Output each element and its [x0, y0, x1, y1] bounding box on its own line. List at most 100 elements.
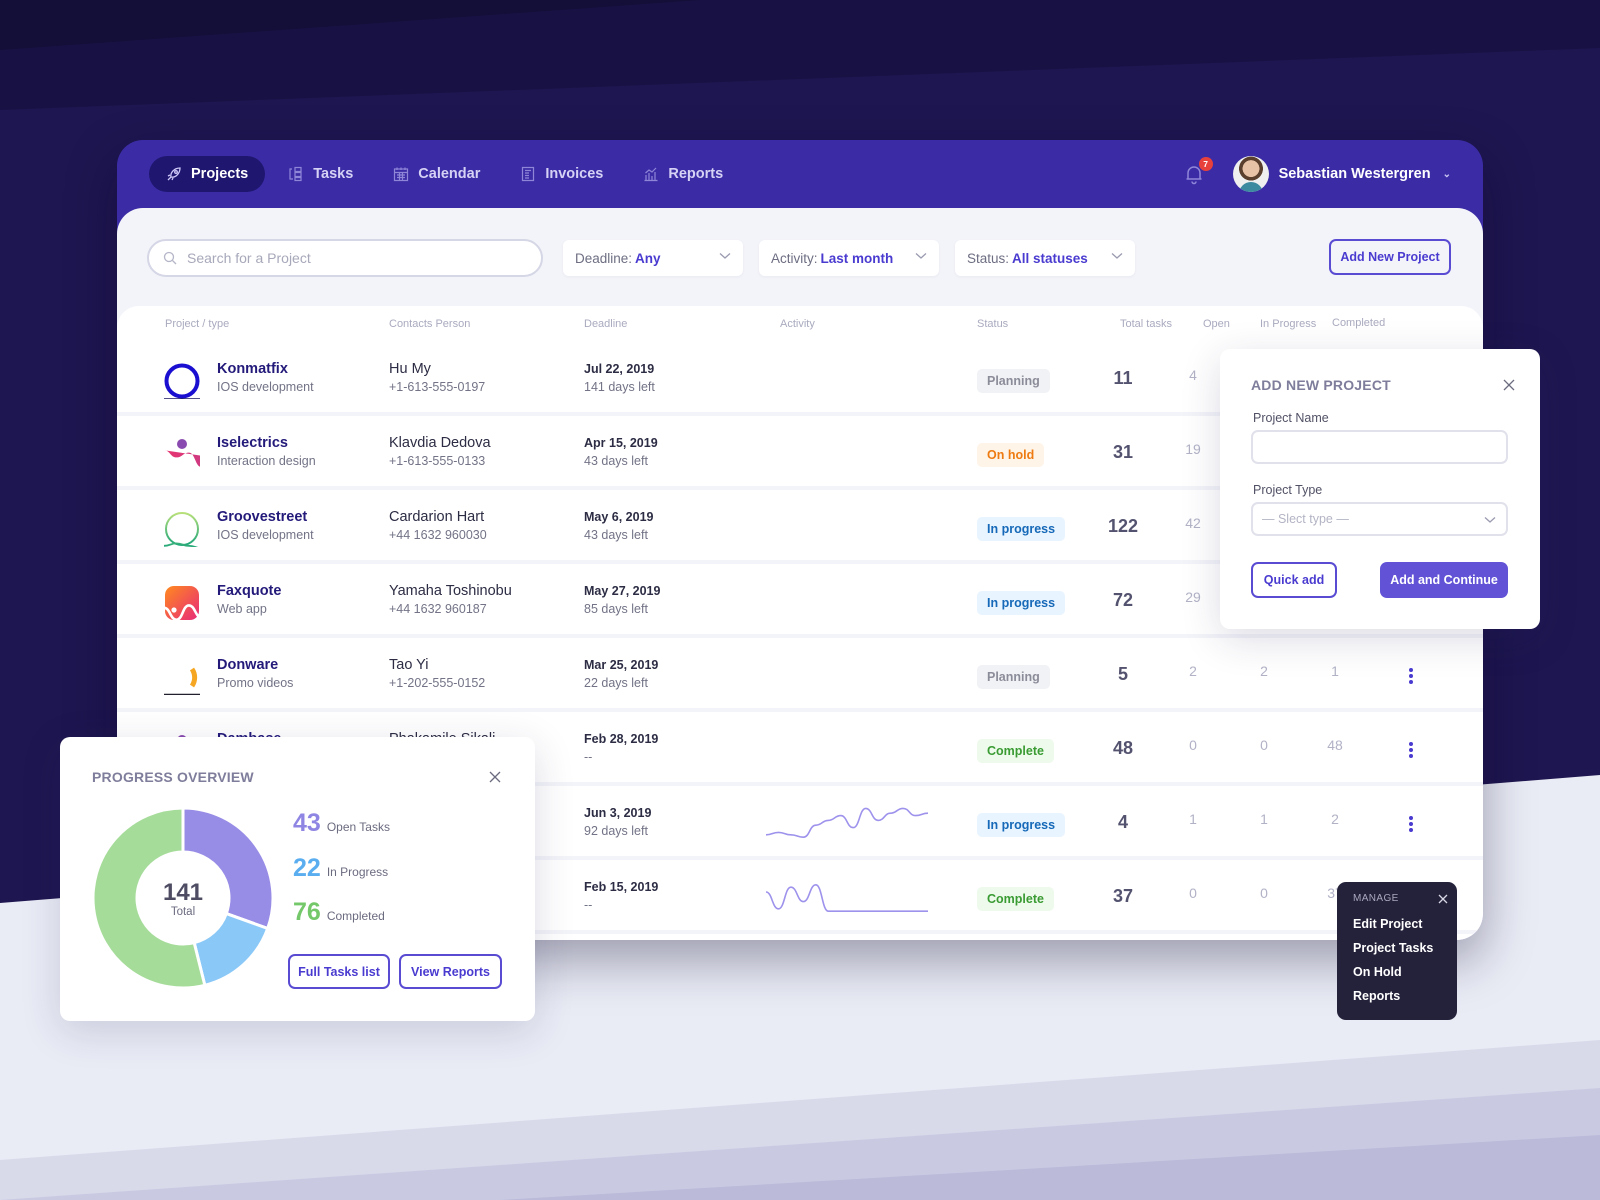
- nav-tasks[interactable]: Tasks: [271, 156, 370, 192]
- nav-label: Calendar: [418, 166, 481, 182]
- status-badge: Planning: [977, 369, 1050, 393]
- stat-completed: 76 Completed: [293, 898, 385, 927]
- status-badge: On hold: [977, 443, 1045, 467]
- chevron-down-icon: [915, 253, 927, 259]
- col-project[interactable]: Project / type: [165, 318, 229, 330]
- project-type: IOS development: [217, 380, 314, 394]
- project-name[interactable]: Iselectrics: [217, 435, 288, 451]
- nav-invoices[interactable]: Invoices: [503, 156, 620, 192]
- notifications-button[interactable]: 7: [1183, 157, 1213, 185]
- user-area: 7 Sebastian Westergren ⌄: [1183, 156, 1451, 192]
- select-placeholder: — Slect type —: [1262, 512, 1349, 526]
- completed-count: 2: [1331, 811, 1339, 827]
- menu-item-on-hold[interactable]: On Hold: [1353, 965, 1402, 979]
- open-count: 19: [1185, 441, 1201, 457]
- activity-filter[interactable]: Activity: Last month: [759, 240, 939, 276]
- quick-add-button[interactable]: Quick add: [1251, 562, 1337, 598]
- days-left: 85 days left: [584, 602, 648, 616]
- status-filter[interactable]: Status: All statuses: [955, 240, 1135, 276]
- activity-sparkline: [766, 504, 928, 550]
- col-open[interactable]: Open: [1203, 318, 1230, 330]
- deadline-date: Feb 28, 2019: [584, 732, 659, 746]
- reports-icon: [644, 167, 658, 182]
- activity-sparkline: [766, 578, 928, 624]
- menu-title: MANAGE: [1353, 893, 1399, 904]
- filter-value: Any: [635, 250, 661, 266]
- nav-reports[interactable]: Reports: [626, 156, 740, 192]
- menu-item-edit-project[interactable]: Edit Project: [1353, 917, 1422, 931]
- close-icon[interactable]: [1502, 378, 1516, 392]
- activity-sparkline: [766, 883, 928, 912]
- filter-label: Deadline:: [575, 250, 633, 266]
- stat-value: 22: [293, 854, 321, 882]
- faxquote-logo: [163, 585, 326, 624]
- project-name[interactable]: Konmatfix: [217, 361, 288, 377]
- project-name[interactable]: Groovestreet: [217, 509, 307, 525]
- more-options-icon[interactable]: [1407, 815, 1415, 833]
- days-left: 43 days left: [584, 528, 648, 542]
- avatar[interactable]: [1232, 156, 1269, 192]
- in-progress-count: 0: [1260, 885, 1268, 901]
- deadline-filter[interactable]: Deadline: Any: [563, 240, 743, 276]
- total-tasks: 5: [1117, 664, 1128, 684]
- more-options-icon[interactable]: [1407, 741, 1415, 759]
- filter-value: All statuses: [1012, 250, 1088, 266]
- add-new-project-button[interactable]: Add New Project: [1329, 239, 1451, 275]
- filter-label: Activity:: [771, 250, 818, 266]
- project-type-select[interactable]: — Slect type —: [1251, 502, 1508, 536]
- filter-label: Status:: [967, 250, 1010, 266]
- project-name-label: Project Name: [1253, 411, 1329, 425]
- nav-projects[interactable]: Projects: [149, 156, 266, 192]
- col-total[interactable]: Total tasks: [1120, 318, 1172, 330]
- chevron-down-icon[interactable]: ⌄: [1443, 169, 1451, 180]
- status-badge: Complete: [977, 739, 1054, 763]
- days-left: 92 days left: [584, 824, 648, 838]
- stat-label: Completed: [326, 909, 385, 923]
- deadline-date: May 27, 2019: [584, 584, 661, 598]
- col-completed[interactable]: Completed: [1332, 317, 1385, 329]
- table-row[interactable]: Donware Promo videos Tao Yi +1-202-555-0…: [117, 642, 1483, 712]
- more-options-icon[interactable]: [1407, 667, 1415, 685]
- contact-name: Hu My: [389, 361, 431, 377]
- col-contact[interactable]: Contacts Person: [389, 318, 470, 330]
- contact-phone: +1-613-555-0133: [389, 454, 486, 468]
- manage-menu: MANAGE Edit Project Project Tasks On Hol…: [1337, 882, 1457, 1020]
- days-left: 22 days left: [584, 676, 648, 690]
- rocket-icon: [167, 167, 181, 181]
- open-count: 4: [1189, 367, 1197, 383]
- project-name[interactable]: Faxquote: [217, 583, 281, 599]
- nav-label: Projects: [191, 166, 249, 182]
- project-name[interactable]: Donware: [217, 657, 278, 673]
- menu-item-project-tasks[interactable]: Project Tasks: [1353, 941, 1433, 955]
- full-tasks-list-button[interactable]: Full Tasks list: [288, 954, 390, 989]
- completed-count: 1: [1331, 663, 1339, 679]
- search-input[interactable]: Search for a Project: [147, 239, 543, 277]
- search-placeholder: Search for a Project: [187, 250, 311, 266]
- activity-sparkline: [766, 652, 928, 698]
- search-icon: [163, 251, 177, 265]
- activity-sparkline: [766, 726, 928, 772]
- col-activity[interactable]: Activity: [780, 318, 815, 330]
- menu-item-reports[interactable]: Reports: [1353, 989, 1400, 1003]
- project-name-input[interactable]: [1251, 430, 1508, 464]
- tasks-icon: [289, 166, 302, 182]
- user-name[interactable]: Sebastian Westergren: [1279, 166, 1431, 182]
- open-count: 29: [1185, 589, 1201, 605]
- close-icon[interactable]: [488, 770, 502, 784]
- status-badge: In progress: [977, 517, 1066, 541]
- view-reports-button[interactable]: View Reports: [399, 954, 502, 989]
- open-count: 42: [1185, 515, 1201, 531]
- col-status[interactable]: Status: [977, 318, 1008, 330]
- total-tasks: 37: [1112, 886, 1134, 906]
- contact-phone: +1-613-555-0197: [389, 380, 486, 394]
- donut-slice-in-progress: [192, 911, 270, 988]
- add-and-continue-button[interactable]: Add and Continue: [1380, 562, 1508, 598]
- col-in-progress[interactable]: In Progress: [1260, 318, 1316, 330]
- close-icon[interactable]: [1438, 894, 1448, 904]
- col-deadline[interactable]: Deadline: [584, 318, 627, 330]
- stat-label: In Progress: [326, 865, 389, 879]
- nav-calendar[interactable]: Calendar: [376, 156, 497, 192]
- nav-label: Invoices: [545, 166, 604, 182]
- donware-logo: [164, 659, 327, 699]
- table-header: Project / type Contacts Person Deadline …: [117, 317, 1483, 338]
